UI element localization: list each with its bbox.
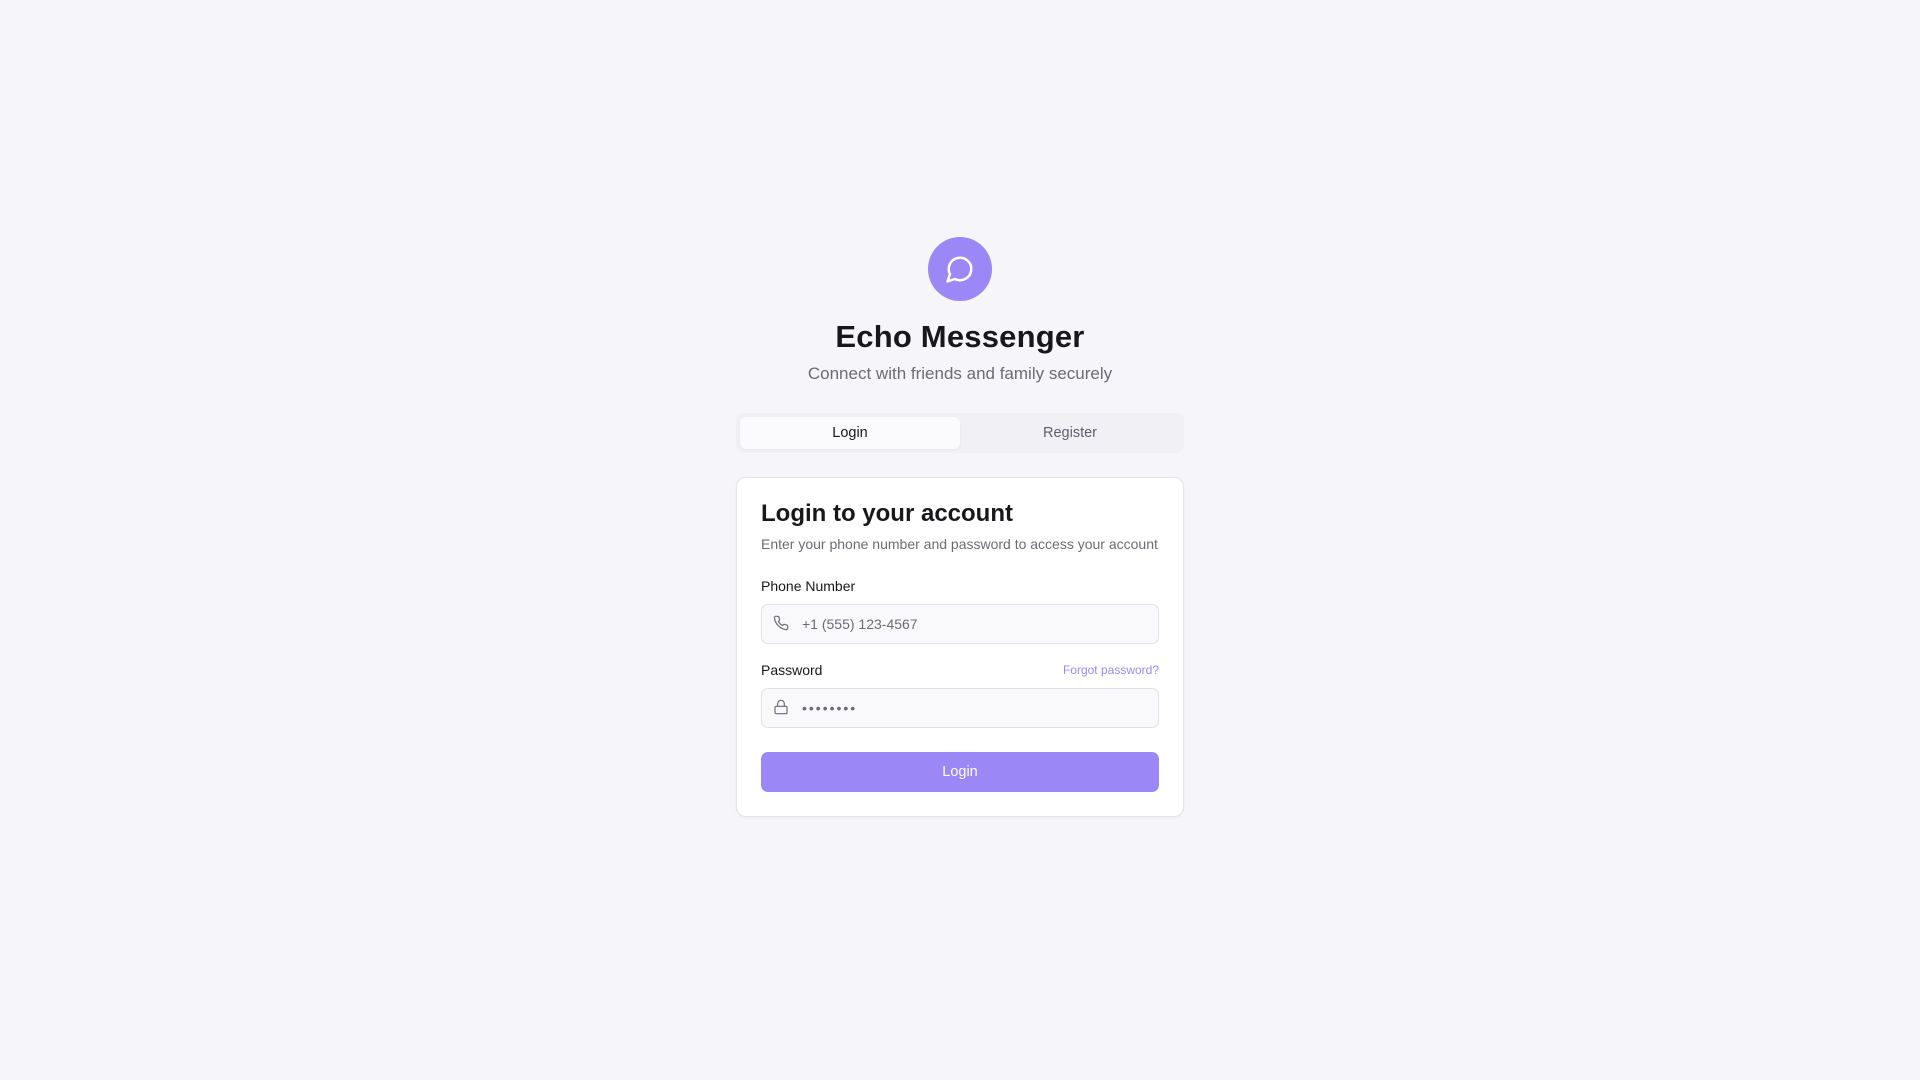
login-card: Login to your account Enter your phone n… [736,477,1184,817]
login-button[interactable]: Login [761,752,1159,792]
message-circle-icon [946,256,973,283]
card-title: Login to your account [761,500,1013,527]
password-input[interactable] [802,689,1158,727]
password-label-row: Password Forgot password? [761,660,1159,680]
app-logo [928,237,992,301]
card-description: Enter your phone number and password to … [761,536,1158,552]
tab-login[interactable]: Login [740,417,960,449]
forgot-password-link[interactable]: Forgot password? [1063,663,1159,677]
phone-input-box [761,604,1159,644]
password-field-group: Password Forgot password? [761,660,1159,728]
phone-label-row: Phone Number [761,576,1159,596]
login-page: Echo Messenger Connect with friends and … [0,0,1920,1080]
phone-field-group: Phone Number [761,576,1159,644]
auth-tabs: Login Register [736,413,1184,453]
tab-register[interactable]: Register [960,417,1180,449]
password-label: Password [761,662,823,678]
app-title: Echo Messenger [835,319,1085,354]
password-input-box [761,688,1159,728]
phone-icon [773,615,789,631]
lock-icon [773,699,789,715]
phone-label: Phone Number [761,578,856,594]
login-container: Echo Messenger Connect with friends and … [736,237,1184,817]
phone-input[interactable] [802,605,1158,643]
app-subtitle: Connect with friends and family securely [807,364,1113,383]
